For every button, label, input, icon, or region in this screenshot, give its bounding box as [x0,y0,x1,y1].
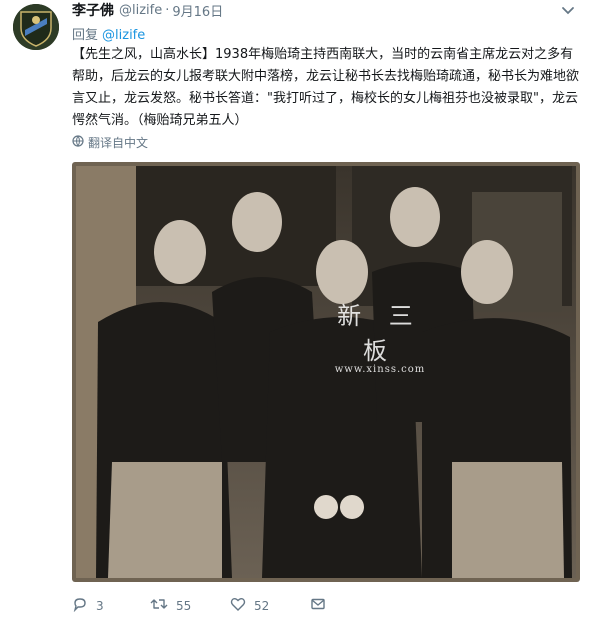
author-name[interactable]: 李子佛 [72,0,114,20]
tweet-actions: 3 55 52 [72,596,334,615]
retweet-count: 55 [176,598,192,613]
header-separator: · [165,2,170,18]
message-icon [310,596,334,615]
avatar-image [13,4,59,50]
retweet-icon [150,596,176,615]
like-icon [230,596,254,615]
photo-watermark: 新 三 板 www.xinss.com [320,296,440,375]
retweet-button[interactable]: 55 [150,596,230,615]
reply-button[interactable]: 3 [72,596,150,615]
tweet-text: 【先生之风，山高水长】1938年梅贻琦主持西南联大，当时的云南省主席龙云对之多有… [72,47,580,128]
translate-label[interactable]: 翻译自中文 [88,134,148,151]
reply-count: 3 [96,598,104,613]
reply-mention[interactable]: @lizife [102,28,145,43]
tweet-photo[interactable]: 新 三 板 www.xinss.com [72,162,580,582]
caret-down-icon[interactable] [560,2,576,18]
message-button[interactable] [310,596,334,615]
like-button[interactable]: 52 [230,596,310,615]
watermark-url: www.xinss.com [334,364,426,375]
reply-prefix: 回复 [72,28,99,43]
tweet-date[interactable]: 9月16日 [172,1,223,20]
avatar[interactable] [13,4,59,50]
translate-link[interactable]: 翻译自中文 [72,134,148,151]
like-count: 52 [254,598,270,613]
tweet-header: 李子佛 @lizife · 9月16日 [72,0,223,20]
watermark-main: 新 三 板 [337,302,423,365]
reply-context: 回复 @lizife [72,24,145,43]
reply-icon [72,596,96,615]
author-handle[interactable]: @lizife [119,3,162,18]
globe-icon [72,135,88,150]
